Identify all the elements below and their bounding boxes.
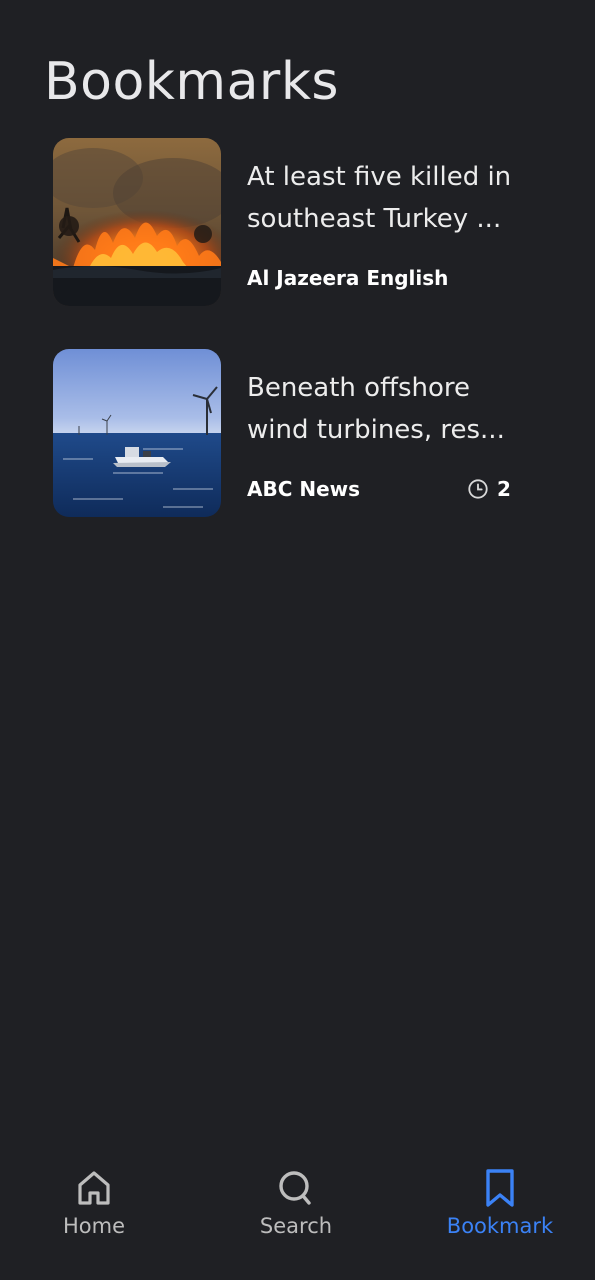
article-thumbnail-offshore-wind[interactable] [53, 349, 221, 517]
article-title-line: At least five killed in [247, 162, 512, 192]
bookmark-card[interactable]: Beneath offshore wind turbines, res... A… [53, 349, 553, 518]
nav-search-label: Search [259, 1214, 333, 1238]
read-time-value: 2 [497, 477, 511, 501]
home-icon [78, 1171, 110, 1205]
article-thumbnail-wildfire[interactable] [53, 138, 221, 306]
search-icon [279, 1171, 311, 1205]
nav-home-label: Home [62, 1214, 125, 1238]
article-title-line: southeast Turkey ... [247, 204, 502, 234]
read-time: 2 [467, 477, 511, 501]
article-source: Al Jazeera English [247, 266, 449, 290]
nav-bookmark-label: Bookmark [446, 1214, 554, 1238]
nav-home[interactable]: Home [14, 1160, 174, 1250]
article-title[interactable]: At least five killed in southeast Turkey… [247, 156, 537, 240]
article-source: ABC News [247, 477, 361, 501]
bookmark-icon [486, 1169, 514, 1207]
article-title[interactable]: Beneath offshore wind turbines, res... [247, 367, 537, 451]
article-title-line: Beneath offshore [247, 373, 471, 403]
bottom-navigation: Home Search Bookmark [0, 1160, 595, 1260]
bookmark-card[interactable]: At least five killed in southeast Turkey… [53, 138, 553, 307]
nav-search[interactable]: Search [216, 1160, 376, 1250]
page-title: Bookmarks [44, 52, 340, 112]
clock-icon [467, 478, 489, 500]
article-title-line: wind turbines, res... [247, 415, 505, 445]
nav-bookmark[interactable]: Bookmark [420, 1160, 580, 1250]
bookmark-list: At least five killed in southeast Turkey… [53, 138, 553, 560]
bookmarks-screen: Bookmarks At least five killed in southe… [0, 0, 595, 1280]
